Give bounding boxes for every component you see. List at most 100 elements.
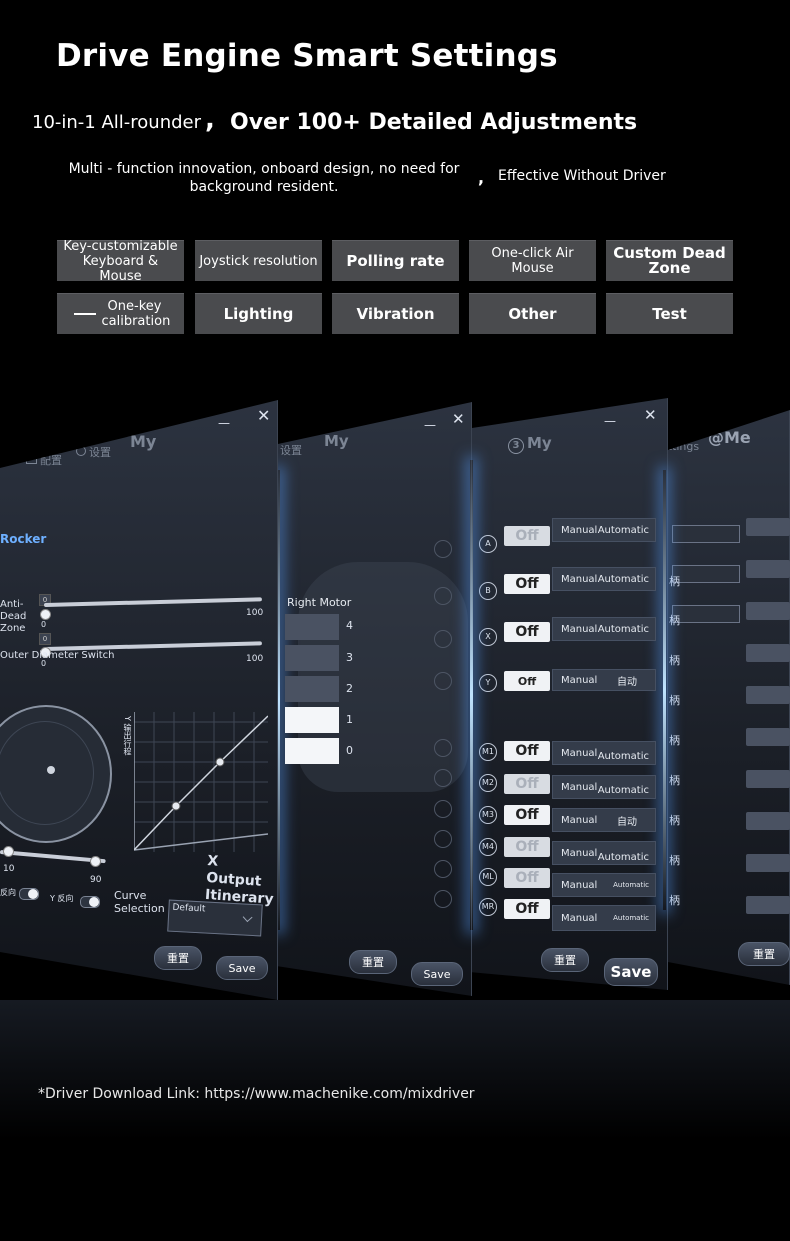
automatic-option[interactable]: Automatic bbox=[613, 881, 649, 889]
motor-level-3[interactable] bbox=[285, 645, 339, 671]
panel1-nav-my[interactable]: My bbox=[130, 432, 156, 451]
driver-download-link[interactable]: *Driver Download Link: https://www.mache… bbox=[38, 1086, 475, 1102]
panel1-nav-config-label: 配置 bbox=[40, 454, 62, 467]
key-m1-icon: M1 bbox=[479, 743, 497, 761]
off-button-m2[interactable]: Off bbox=[504, 774, 550, 794]
off-button-b[interactable]: Off bbox=[504, 574, 550, 594]
curve-point-1[interactable] bbox=[171, 801, 181, 811]
manual-option[interactable]: Manual bbox=[561, 574, 597, 585]
panel4-bar[interactable] bbox=[746, 518, 790, 536]
manual-option[interactable]: Manual bbox=[561, 913, 597, 924]
automatic-option[interactable]: Automatic bbox=[598, 574, 649, 585]
panel1-save-button[interactable]: Save bbox=[216, 956, 268, 980]
off-button-ml[interactable]: Off bbox=[504, 868, 550, 888]
motor-level-2[interactable] bbox=[285, 676, 339, 702]
mode-segment-a[interactable]: Manual Automatic bbox=[552, 518, 656, 542]
mode-segment-ml[interactable]: Manual Automatic bbox=[552, 873, 656, 897]
toggle-knob bbox=[28, 889, 38, 899]
motor-level-2-label: 2 bbox=[346, 682, 353, 695]
manual-option[interactable]: Manual bbox=[561, 782, 597, 793]
panel4-bar[interactable] bbox=[746, 686, 790, 704]
curve-dropdown[interactable]: Default bbox=[167, 899, 263, 937]
panel1-close-button[interactable]: ✕ bbox=[257, 406, 270, 425]
panel3-minimize-button[interactable]: — bbox=[604, 414, 616, 428]
automatic-option[interactable]: Automatic bbox=[598, 525, 649, 536]
panel3-nav-my[interactable]: 3 My bbox=[508, 434, 552, 454]
panel4-bar[interactable] bbox=[746, 770, 790, 788]
panel4-reset-button[interactable]: 重置 bbox=[738, 942, 790, 966]
off-button-m4[interactable]: Off bbox=[504, 837, 550, 857]
panel2-minimize-button[interactable]: — bbox=[424, 418, 436, 432]
automatic-option[interactable]: 自动 bbox=[617, 673, 637, 688]
panel4-dropdown-2[interactable] bbox=[672, 565, 740, 583]
subtitle-left: 10-in-1 All-rounder bbox=[32, 112, 202, 133]
motor-level-4[interactable] bbox=[285, 614, 339, 640]
automatic-option[interactable]: Automatic bbox=[598, 624, 649, 635]
range-high-handle[interactable] bbox=[90, 856, 101, 867]
off-button-x[interactable]: Off bbox=[504, 622, 550, 642]
motor-level-1[interactable] bbox=[285, 707, 339, 733]
automatic-option[interactable]: Automatic bbox=[598, 751, 649, 762]
manual-option[interactable]: Manual bbox=[561, 748, 597, 759]
panel2-nav-my[interactable]: My bbox=[324, 432, 349, 450]
manual-option[interactable]: Manual bbox=[561, 848, 597, 859]
panel1-reset-button[interactable]: 重置 bbox=[154, 946, 202, 970]
panel4-bar[interactable] bbox=[746, 644, 790, 662]
panel3-save-button[interactable]: Save bbox=[604, 958, 658, 986]
off-button-m3[interactable]: Off bbox=[504, 805, 550, 825]
panel4-dropdown-3[interactable] bbox=[672, 605, 740, 623]
mode-segment-b[interactable]: Manual Automatic bbox=[552, 567, 656, 591]
mode-segment-m3[interactable]: Manual 自动 bbox=[552, 808, 656, 832]
panel1-nav-settings[interactable]: 设置 bbox=[76, 444, 111, 460]
panel4-bar[interactable] bbox=[746, 854, 790, 872]
automatic-option[interactable]: Automatic bbox=[613, 914, 649, 922]
off-button-y[interactable]: Off bbox=[504, 671, 550, 691]
feature-keyboard-mouse: Key-customizable Keyboard & Mouse bbox=[57, 239, 184, 284]
mode-segment-m1[interactable]: Manual Automatic bbox=[552, 741, 656, 765]
automatic-option[interactable]: Automatic bbox=[598, 852, 649, 863]
panel3-reset-button[interactable]: 重置 bbox=[541, 948, 589, 972]
automatic-option[interactable]: Automatic bbox=[598, 785, 649, 796]
panel-edge-glow bbox=[470, 460, 473, 930]
mode-segment-m4[interactable]: Manual Automatic bbox=[552, 841, 656, 865]
panel3-close-button[interactable]: ✕ bbox=[644, 406, 657, 424]
panel2-close-button[interactable]: ✕ bbox=[452, 410, 465, 428]
manual-option[interactable]: Manual bbox=[561, 880, 597, 891]
panel2-nav-settings[interactable]: 设置 bbox=[280, 442, 302, 458]
range-low-handle[interactable] bbox=[3, 846, 14, 857]
key-ml-icon: ML bbox=[479, 868, 497, 886]
curve-point-2[interactable] bbox=[215, 757, 225, 767]
ghost-key-icon bbox=[434, 769, 452, 787]
off-button-mr[interactable]: Off bbox=[504, 899, 550, 919]
panel1-nav-config[interactable]: 配置 bbox=[26, 452, 62, 468]
key-a-icon: A bbox=[479, 535, 497, 553]
panel-edge-glow bbox=[663, 470, 666, 910]
anti-dead-zone-handle[interactable] bbox=[40, 609, 51, 620]
mode-segment-mr[interactable]: Manual Automatic bbox=[552, 905, 656, 931]
x-reverse-toggle[interactable] bbox=[19, 888, 39, 900]
panel1-minimize-button[interactable]: — bbox=[218, 416, 230, 430]
panel4-dropdown-1[interactable] bbox=[672, 525, 740, 543]
panel4-bar[interactable] bbox=[746, 602, 790, 620]
manual-option[interactable]: Manual bbox=[561, 815, 597, 826]
panel4-bar[interactable] bbox=[746, 812, 790, 830]
off-button-a[interactable]: Off bbox=[504, 526, 550, 546]
panel4-bar[interactable] bbox=[746, 560, 790, 578]
feature-other: Other bbox=[469, 293, 596, 334]
panel2-reset-button[interactable]: 重置 bbox=[349, 950, 397, 974]
automatic-option[interactable]: 自动 bbox=[617, 813, 637, 828]
panel4-bar[interactable] bbox=[746, 728, 790, 746]
mode-segment-m2[interactable]: Manual Automatic bbox=[552, 775, 656, 799]
y-reverse-toggle[interactable] bbox=[80, 896, 100, 908]
mode-segment-x[interactable]: Manual Automatic bbox=[552, 617, 656, 641]
mode-segment-y[interactable]: Manual 自动 bbox=[552, 669, 656, 691]
motor-level-0[interactable] bbox=[285, 738, 339, 764]
ghost-key-icon bbox=[434, 800, 452, 818]
panel2-save-button[interactable]: Save bbox=[411, 962, 463, 986]
manual-option[interactable]: Manual bbox=[561, 624, 597, 635]
off-button-m1[interactable]: Off bbox=[504, 741, 550, 761]
manual-option[interactable]: Manual bbox=[561, 525, 597, 536]
panel4-nav-me[interactable]: @Me bbox=[708, 428, 751, 447]
manual-option[interactable]: Manual bbox=[561, 675, 597, 686]
panel4-bar[interactable] bbox=[746, 896, 790, 914]
